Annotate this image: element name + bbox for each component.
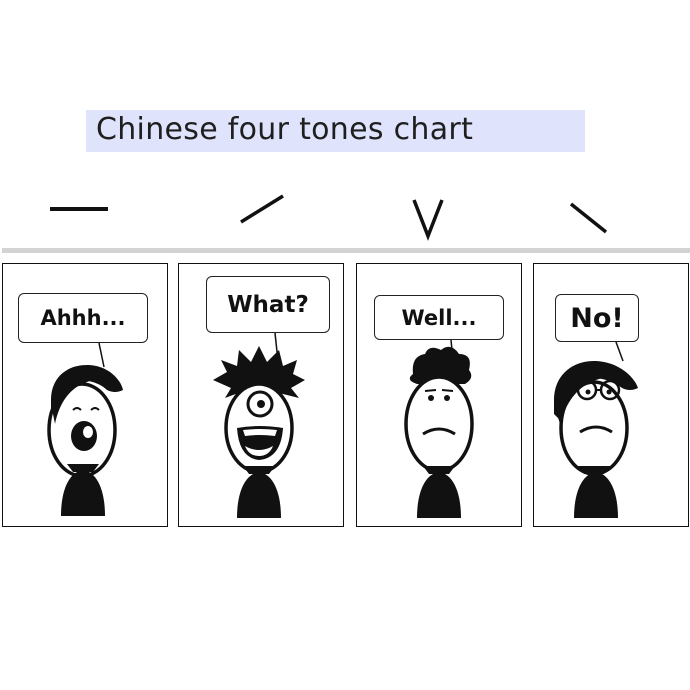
chart-title-box: Chinese four tones chart [86, 110, 585, 152]
character-3 [404, 339, 474, 518]
tone-3-dipping-mark [412, 199, 444, 241]
panel-tone-2: What? [178, 263, 344, 527]
panel-tone-1: Ahhh... [2, 263, 168, 527]
character-1 [47, 342, 123, 516]
chart-title: Chinese four tones chart [96, 112, 474, 147]
panel-tone-3: Well... [356, 263, 522, 527]
tone-marks [50, 194, 608, 241]
tone-2-rising-mark [240, 194, 284, 224]
character-4 [554, 341, 638, 518]
tone-4-falling-mark [569, 202, 608, 234]
character-2 [213, 332, 305, 518]
separator-bar [2, 248, 690, 253]
panel-tone-4: No! [533, 263, 689, 527]
